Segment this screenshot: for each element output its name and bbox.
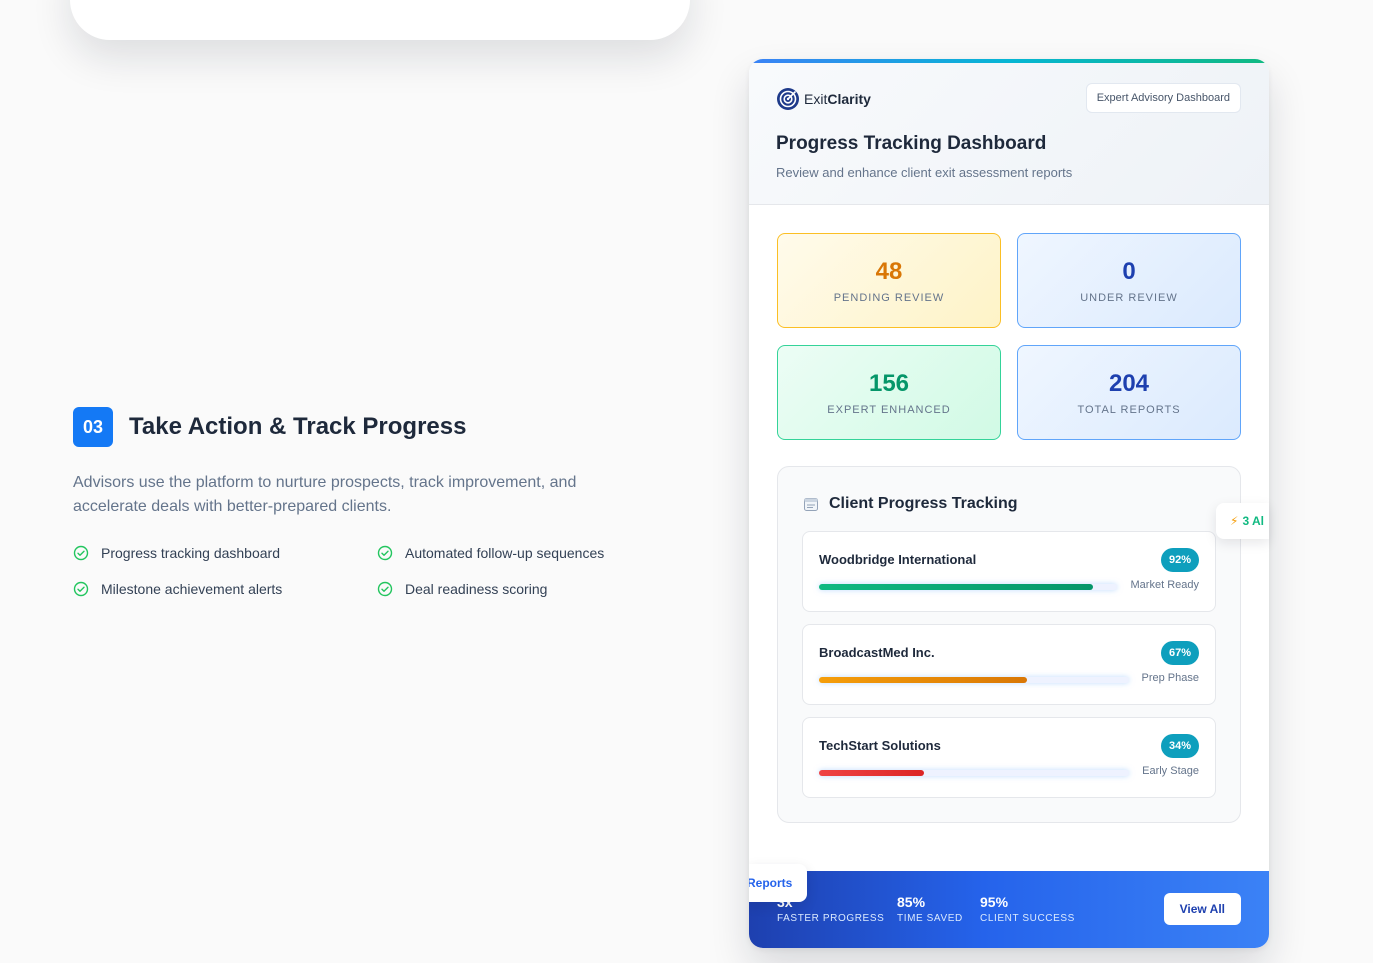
step-description: Advisors use the platform to nurture pro… xyxy=(73,474,577,515)
check-circle-icon xyxy=(377,545,393,561)
progress-track xyxy=(819,584,1117,590)
stat-label: PENDING REVIEW xyxy=(833,291,945,304)
check-circle-icon xyxy=(377,581,393,597)
stat-label: TOTAL REPORTS xyxy=(1077,403,1181,416)
progress-fill xyxy=(819,584,1094,590)
brand-name: ExitClarity xyxy=(804,91,871,107)
stat-value: 156 xyxy=(868,369,910,397)
footer-stat-value: 95% xyxy=(980,894,1009,910)
client-name: Woodbridge International xyxy=(819,552,977,567)
alerts-chip-label: 3 Al xyxy=(1242,514,1264,528)
dashboard-preview-card: ExitClarity Expert Advisory Dashboard Pr… xyxy=(749,59,1269,948)
alerts-floating-chip[interactable]: ⚡ 3 Al xyxy=(1216,503,1269,539)
client-stage: Prep Phase xyxy=(1141,672,1199,684)
stat-label: EXPERT ENHANCED xyxy=(827,403,951,416)
stat-label: UNDER REVIEW xyxy=(1080,291,1178,304)
stat-total-reports[interactable]: 204 TOTAL REPORTS xyxy=(1017,345,1241,440)
advisory-badge: Expert Advisory Dashboard xyxy=(1085,83,1241,113)
footer-stat-label: TIME SAVED xyxy=(897,913,963,924)
progress-percent-badge: 67% xyxy=(1160,641,1199,665)
target-logo-icon xyxy=(777,88,799,110)
client-name: TechStart Solutions xyxy=(819,738,941,753)
card-footer: 3x FASTER PROGRESS 85% TIME SAVED 95% CL… xyxy=(749,871,1269,948)
footer-stat: 95% CLIENT SUCCESS xyxy=(980,894,1075,924)
brand-name-suffix: Clarity xyxy=(827,91,871,107)
panel-header: Client Progress Tracking xyxy=(803,495,1018,513)
feature-label: Progress tracking dashboard xyxy=(101,545,280,561)
footer-stat-label: FASTER PROGRESS xyxy=(777,913,885,924)
progress-track xyxy=(819,770,1129,776)
footer-stat: 85% TIME SAVED xyxy=(897,894,963,924)
check-circle-icon xyxy=(73,581,89,597)
check-circle-icon xyxy=(73,545,89,561)
calendar-icon xyxy=(804,498,818,511)
footer-stat-label: CLIENT SUCCESS xyxy=(980,913,1075,924)
view-all-button[interactable]: View All xyxy=(1163,893,1241,925)
feature-item: Deal readiness scoring xyxy=(377,579,653,599)
stat-expert-enhanced[interactable]: 156 EXPERT ENHANCED xyxy=(777,345,1001,440)
dashboard-subtitle: Review and enhance client exit assessmen… xyxy=(776,165,1073,180)
lightning-icon: ⚡ xyxy=(1230,514,1239,528)
brand-logo: ExitClarity xyxy=(776,87,871,111)
progress-percent-badge: 92% xyxy=(1160,548,1199,572)
stat-pending-review[interactable]: 48 PENDING REVIEW xyxy=(777,233,1001,328)
reports-floating-chip[interactable]: Reports xyxy=(749,864,807,902)
footer-stat-value: 85% xyxy=(897,894,926,910)
card-header: ExitClarity Expert Advisory Dashboard Pr… xyxy=(749,63,1269,205)
client-stage: Market Ready xyxy=(1130,579,1199,591)
feature-item: Progress tracking dashboard xyxy=(73,543,377,563)
feature-label: Deal readiness scoring xyxy=(405,581,548,597)
stat-value: 48 xyxy=(875,257,903,285)
stats-grid: 48 PENDING REVIEW 0 UNDER REVIEW 156 EXP… xyxy=(777,233,1241,440)
stat-under-review[interactable]: 0 UNDER REVIEW xyxy=(1017,233,1241,328)
feature-item: Automated follow-up sequences xyxy=(377,543,653,563)
panel-title: Client Progress Tracking xyxy=(829,495,1018,512)
progress-percent-badge: 34% xyxy=(1160,734,1199,758)
feature-list: Progress tracking dashboard Automated fo… xyxy=(73,543,653,599)
stat-value: 0 xyxy=(1122,257,1136,285)
progress-track xyxy=(819,677,1129,683)
step-title: Take Action & Track Progress xyxy=(129,413,467,440)
stat-value: 204 xyxy=(1108,369,1150,397)
feature-label: Milestone achievement alerts xyxy=(101,581,283,597)
client-row[interactable]: TechStart Solutions 34% Early Stage xyxy=(802,717,1216,798)
step-header: 03 Take Action & Track Progress xyxy=(73,407,466,447)
feature-label: Automated follow-up sequences xyxy=(405,545,605,561)
feature-item: Milestone achievement alerts xyxy=(73,579,377,599)
brand-name-prefix: Exit xyxy=(804,91,828,107)
client-row[interactable]: Woodbridge International 92% Market Read… xyxy=(802,531,1216,612)
client-name: BroadcastMed Inc. xyxy=(819,645,935,660)
reports-chip-label: Reports xyxy=(749,876,793,890)
progress-fill xyxy=(819,770,925,776)
client-progress-panel: Client Progress Tracking Woodbridge Inte… xyxy=(777,466,1241,823)
dashboard-title: Progress Tracking Dashboard xyxy=(776,133,1047,154)
step-number-badge: 03 xyxy=(73,407,113,447)
client-row[interactable]: BroadcastMed Inc. 67% Prep Phase xyxy=(802,624,1216,705)
top-floating-panel xyxy=(70,0,690,40)
progress-fill xyxy=(819,677,1027,683)
client-stage: Early Stage xyxy=(1142,765,1199,777)
